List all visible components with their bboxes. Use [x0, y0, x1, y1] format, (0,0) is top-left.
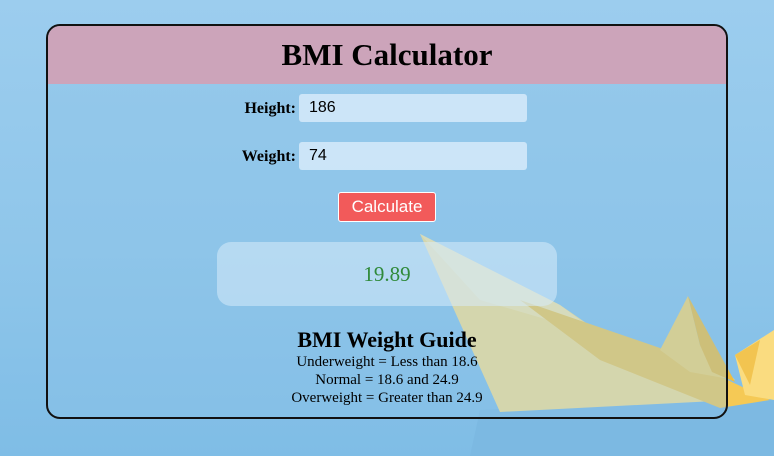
weight-row: Weight:: [48, 142, 726, 172]
height-label: Height:: [244, 100, 296, 117]
guide-line-underweight: Underweight = Less than 18.6: [296, 354, 478, 370]
bmi-weight-guide: BMI Weight Guide Underweight = Less than…: [48, 327, 726, 407]
bmi-calculator-card: BMI Calculator Height: Weight: Calculate…: [46, 24, 728, 419]
card-header: BMI Calculator: [48, 26, 726, 84]
height-input[interactable]: [299, 94, 527, 122]
height-row: Height:: [48, 94, 726, 124]
calculate-button[interactable]: Calculate: [338, 192, 436, 222]
weight-label: Weight:: [241, 148, 296, 165]
guide-line-normal: Normal = 18.6 and 24.9: [315, 372, 459, 388]
guide-line-overweight: Overweight = Greater than 24.9: [291, 390, 483, 406]
page-title: BMI Calculator: [281, 37, 493, 72]
guide-title: BMI Weight Guide: [297, 327, 477, 352]
bmi-result-value: 19.89: [363, 261, 411, 286]
result-box: 19.89: [217, 242, 557, 306]
weight-input[interactable]: [299, 142, 527, 170]
